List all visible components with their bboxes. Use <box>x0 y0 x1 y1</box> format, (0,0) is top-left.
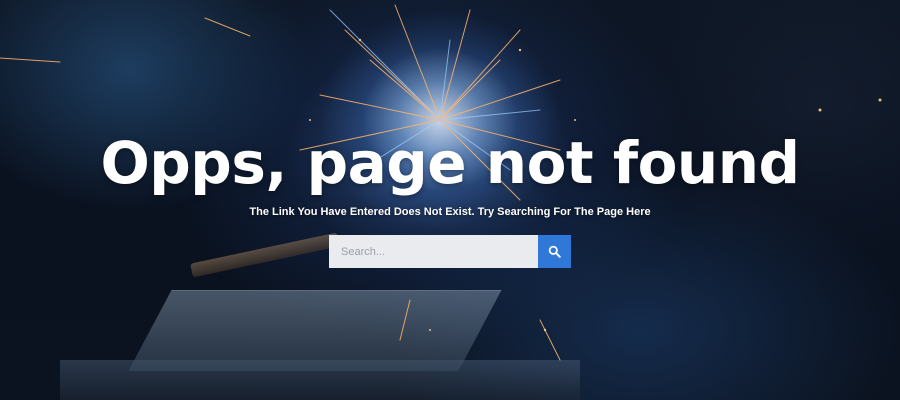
search-button[interactable] <box>538 235 571 268</box>
hero-background: Opps, page not found The Link You Have E… <box>0 0 900 400</box>
search-form <box>329 235 571 268</box>
page-title: Opps, page not found <box>100 129 800 197</box>
search-icon <box>548 245 561 258</box>
not-found-content: Opps, page not found The Link You Have E… <box>0 0 900 400</box>
search-input[interactable] <box>329 235 538 268</box>
page-subtitle: The Link You Have Entered Does Not Exist… <box>249 206 651 218</box>
